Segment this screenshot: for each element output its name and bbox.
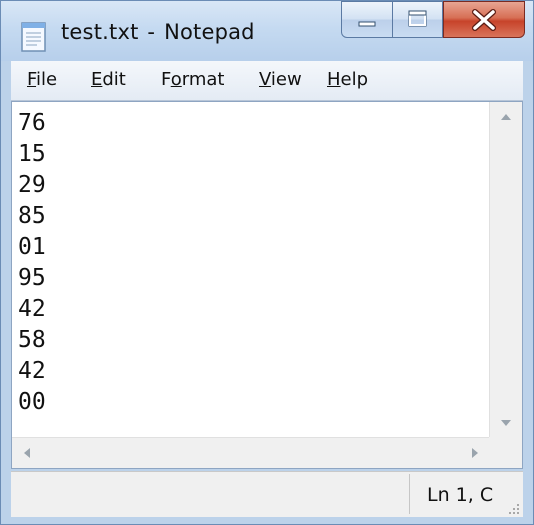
menu-edit[interactable]: Edit (91, 69, 126, 90)
vertical-scrollbar[interactable] (489, 102, 522, 438)
resize-grip-icon[interactable] (507, 501, 521, 515)
text-line: 95 (18, 265, 46, 291)
title-filename: test.txt (61, 20, 139, 44)
text-line: 42 (18, 296, 46, 322)
maximize-button[interactable] (393, 1, 443, 38)
text-line: 15 (18, 141, 46, 167)
scroll-up-icon[interactable] (501, 114, 511, 120)
text-line: 42 (18, 358, 46, 384)
close-button[interactable] (443, 1, 525, 38)
menu-format[interactable]: Format (161, 69, 224, 90)
status-bar: Ln 1, C (11, 471, 523, 517)
text-line: 58 (18, 327, 46, 353)
text-editor[interactable]: 76 15 29 85 01 95 42 58 42 00 (11, 101, 523, 469)
menu-edit-accel: E (91, 69, 103, 90)
menu-view-accel: V (259, 69, 271, 90)
text-line: 29 (18, 172, 46, 198)
title-bar[interactable]: test.txt - Notepad (1, 1, 533, 61)
menu-file[interactable]: File (27, 69, 57, 90)
menu-file-accel: F (27, 69, 37, 90)
menu-help[interactable]: Help (327, 69, 368, 90)
title-appname: Notepad (164, 20, 255, 44)
title-separator: - (147, 20, 156, 44)
text-content[interactable]: 76 15 29 85 01 95 42 58 42 00 (18, 108, 488, 418)
caption-buttons (341, 1, 527, 39)
scroll-down-icon[interactable] (501, 420, 511, 426)
menu-help-accel: H (327, 69, 341, 90)
window-title: test.txt - Notepad (61, 20, 255, 44)
horizontal-scrollbar[interactable] (12, 437, 490, 468)
text-line: 76 (18, 110, 46, 136)
text-line: 85 (18, 203, 46, 229)
text-line: 00 (18, 389, 46, 415)
text-line: 01 (18, 234, 46, 260)
status-divider (409, 474, 410, 514)
minimize-button[interactable] (341, 1, 393, 38)
scroll-left-icon[interactable] (24, 448, 30, 458)
menu-edit-rest: dit (102, 69, 126, 90)
scrollbar-corner (489, 437, 522, 468)
menu-bar: File Edit Format View Help (11, 61, 523, 101)
cursor-position: Ln 1, C (427, 484, 494, 506)
notepad-window: test.txt - Notepad File Edit Format View… (0, 0, 534, 525)
menu-view[interactable]: View (259, 69, 302, 90)
notepad-icon (21, 21, 47, 53)
menu-view-rest: iew (270, 69, 302, 90)
scroll-right-icon[interactable] (472, 448, 478, 458)
menu-file-rest: ile (36, 69, 58, 90)
menu-help-rest: elp (340, 69, 369, 90)
menu-format-accel: o (170, 69, 182, 90)
menu-format-rest: rmat (181, 69, 225, 90)
menu-format-pre: F (161, 69, 171, 90)
